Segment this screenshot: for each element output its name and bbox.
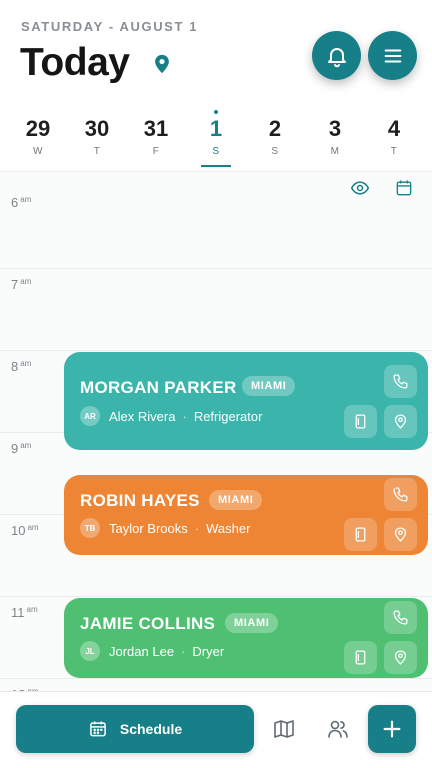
customer-name: ROBIN HAYES xyxy=(80,491,200,510)
day-number: 30 xyxy=(84,116,110,141)
call-button[interactable] xyxy=(384,601,417,634)
location-badge: MIAMI xyxy=(242,376,296,396)
calendar-icon[interactable] xyxy=(394,178,414,198)
day-weekday: M xyxy=(330,146,340,157)
schedule-tab-label: Schedule xyxy=(119,721,183,737)
day-number: 1 xyxy=(209,116,223,141)
add-button[interactable] xyxy=(368,705,416,753)
date-line: SATURDAY - AUGUST 1 xyxy=(21,19,199,34)
appointment-card[interactable]: JAMIE COLLINS MIAMI JL Jordan Lee · Drye… xyxy=(64,598,428,678)
appointment-card[interactable]: MORGAN PARKER MIAMI AR Alex Rivera · Ref… xyxy=(64,352,428,450)
appliance-button[interactable] xyxy=(344,641,377,674)
plus-icon xyxy=(383,720,401,738)
location-badge: MIAMI xyxy=(225,613,279,633)
day-number: 31 xyxy=(143,116,169,141)
appointment-details: TB Taylor Brooks · Washer xyxy=(80,518,250,538)
hour-divider xyxy=(0,268,432,269)
map-icon[interactable] xyxy=(272,717,296,741)
hamburger-icon xyxy=(384,48,401,63)
directions-button[interactable] xyxy=(384,518,417,551)
appliance-label: Washer xyxy=(206,520,251,536)
day-weekday: F xyxy=(152,146,160,157)
notifications-button[interactable] xyxy=(312,31,361,80)
location-pin-icon[interactable] xyxy=(151,52,173,76)
hour-label: 7 am xyxy=(11,277,32,292)
directions-button[interactable] xyxy=(384,641,417,674)
separator-dot: · xyxy=(182,408,187,424)
menu-button[interactable] xyxy=(368,31,417,80)
hour-label: 6 am xyxy=(11,195,32,210)
day-weekday: W xyxy=(33,146,43,157)
dryer-icon xyxy=(355,650,366,665)
page-title: Today xyxy=(20,41,130,84)
refrigerator-icon xyxy=(355,414,366,429)
day-item[interactable]: 30 T xyxy=(75,108,119,157)
hour-label: 10 am xyxy=(11,523,39,538)
day-item[interactable]: 3 M xyxy=(313,108,357,157)
hour-label: 11 am xyxy=(11,605,38,620)
calendar-icon xyxy=(90,721,106,737)
bell-icon xyxy=(327,47,346,67)
day-number: 3 xyxy=(328,116,342,141)
header: SATURDAY - AUGUST 1 Today xyxy=(0,0,432,110)
location-badge: MIAMI xyxy=(209,490,263,510)
day-number: 4 xyxy=(387,116,401,141)
appointment-details: JL Jordan Lee · Dryer xyxy=(80,641,224,661)
day-number: 2 xyxy=(268,116,282,141)
appliance-label: Dryer xyxy=(192,643,225,659)
day-weekday: S xyxy=(212,146,220,157)
day-weekday: S xyxy=(271,146,279,157)
users-icon[interactable] xyxy=(326,717,350,741)
phone-icon xyxy=(393,487,408,502)
customer-name: JAMIE COLLINS xyxy=(80,614,216,633)
day-item[interactable]: 2 S xyxy=(253,108,297,157)
technician-name: Jordan Lee xyxy=(109,643,175,659)
selected-underline xyxy=(201,165,231,167)
phone-icon xyxy=(393,374,408,389)
appointment-card[interactable]: ROBIN HAYES MIAMI TB Taylor Brooks · Was… xyxy=(64,475,428,555)
day-weekday: T xyxy=(93,146,101,157)
hour-label: 9 am xyxy=(11,441,32,456)
technician-avatar: JL xyxy=(80,641,100,661)
appliance-button[interactable] xyxy=(344,405,377,438)
hour-divider xyxy=(0,596,432,597)
day-item[interactable]: 29 W xyxy=(16,108,60,157)
technician-name: Alex Rivera xyxy=(109,408,176,424)
appliance-button[interactable] xyxy=(344,518,377,551)
customer-name: MORGAN PARKER xyxy=(80,378,237,397)
hour-divider xyxy=(0,678,432,679)
location-pin-icon xyxy=(394,527,407,542)
technician-avatar: TB xyxy=(80,518,100,538)
washer-icon xyxy=(355,527,366,542)
call-button[interactable] xyxy=(384,365,417,398)
appointment-details: AR Alex Rivera · Refrigerator xyxy=(80,406,262,426)
day-item[interactable]: 4 T xyxy=(372,108,416,157)
directions-button[interactable] xyxy=(384,405,417,438)
separator-dot: · xyxy=(181,643,186,659)
technician-name: Taylor Brooks xyxy=(109,520,188,536)
phone-icon xyxy=(393,610,408,625)
location-pin-icon xyxy=(394,650,407,665)
bottom-navigation: Schedule xyxy=(0,691,432,768)
eye-icon[interactable] xyxy=(350,178,370,198)
separator-dot: · xyxy=(194,520,200,536)
day-weekday: T xyxy=(390,146,398,157)
schedule-tab-button[interactable]: Schedule xyxy=(16,705,254,753)
day-item-selected[interactable]: 1 S xyxy=(194,108,238,167)
appliance-label: Refrigerator xyxy=(193,408,263,424)
call-button[interactable] xyxy=(384,478,417,511)
hour-label: 8 am xyxy=(11,359,32,374)
technician-avatar: AR xyxy=(80,406,100,426)
location-pin-icon xyxy=(394,414,407,429)
hour-divider xyxy=(0,350,432,351)
schedule-grid[interactable]: 6am 7am 8am 9am 10am 11am 12pm MORGAN PA… xyxy=(0,171,432,691)
day-item[interactable]: 31 F xyxy=(134,108,178,157)
today-dot xyxy=(214,110,218,114)
day-number: 29 xyxy=(25,116,51,141)
week-strip: 29 W 30 T 31 F 1 S 2 S 3 M 4 T xyxy=(0,108,432,170)
